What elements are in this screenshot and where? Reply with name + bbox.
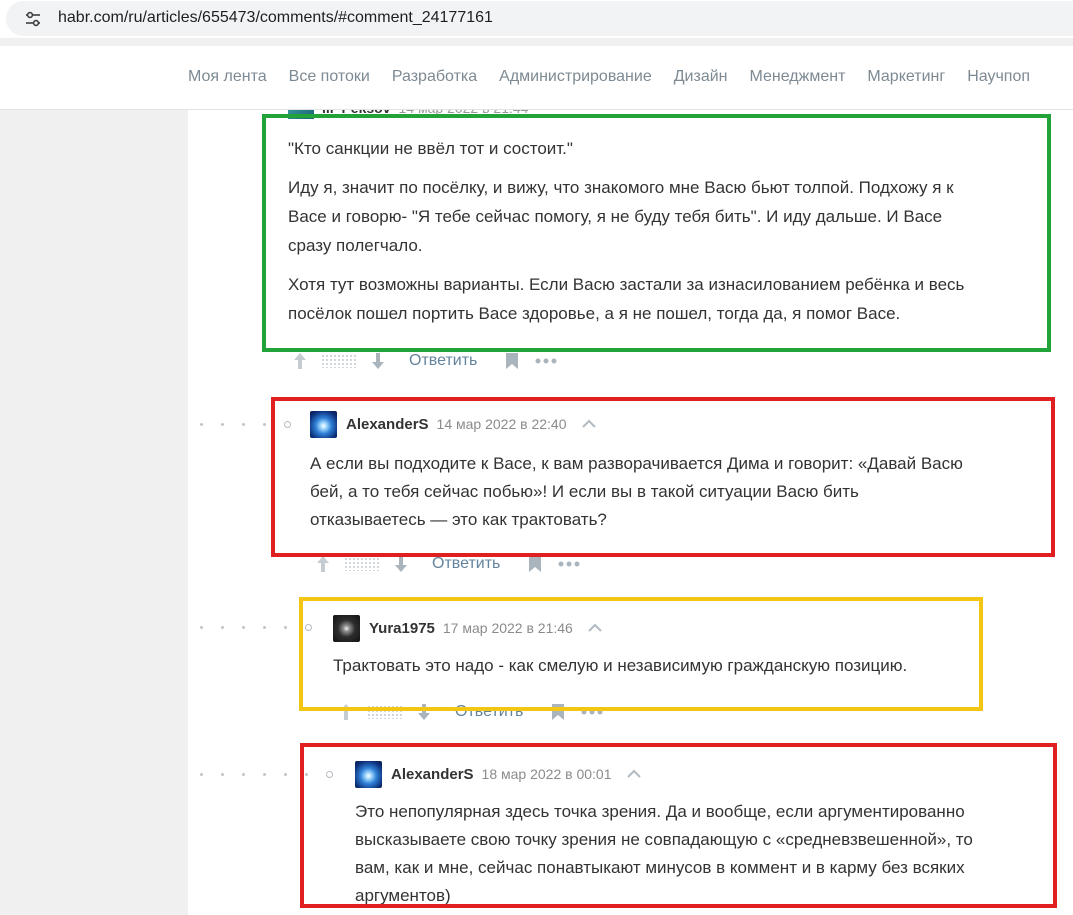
comment-author[interactable]: AlexanderS [391, 766, 474, 783]
comment-date[interactable]: 14 мар 2022 в 22:40 [437, 416, 567, 432]
nav-item-marketing[interactable]: Маркетинг [867, 68, 945, 86]
tune-icon[interactable] [24, 10, 42, 28]
more-dots-icon[interactable] [535, 358, 557, 364]
arrow-up-icon[interactable] [293, 352, 307, 370]
comment-body: А если вы подходите к Васе, к вам развор… [310, 450, 963, 544]
comment-author[interactable]: Yura1975 [369, 620, 435, 637]
bookmark-icon[interactable] [505, 353, 519, 369]
rating-score [344, 557, 380, 571]
chevron-up-icon[interactable] [626, 769, 642, 779]
nav-item-my-feed[interactable]: Моя лента [188, 68, 267, 86]
comment-paragraph: Иду я, значит по посёлку, и вижу, что зн… [288, 178, 954, 255]
reply-button[interactable]: Ответить [455, 703, 523, 721]
comment-date[interactable]: 18 мар 2022 в 00:01 [482, 766, 612, 782]
url-text[interactable]: habr.com/ru/articles/655473/comments/#co… [58, 9, 493, 27]
nav-list: Моя лента Все потоки Разработка Админист… [188, 68, 1052, 86]
arrow-down-icon[interactable] [417, 703, 431, 721]
comment-paragraph: А если вы подходите к Васе, к вам развор… [310, 454, 963, 529]
thread-indent [200, 421, 291, 428]
comment-author[interactable]: AlexanderS [346, 416, 429, 433]
nav-item-all-flows[interactable]: Все потоки [289, 68, 370, 86]
comment-body: Это непопулярная здесь точка зрения. Да … [355, 798, 973, 915]
top-navigation: Моя лента Все потоки Разработка Админист… [0, 46, 1073, 110]
bookmark-icon[interactable] [551, 704, 565, 720]
address-field[interactable]: habr.com/ru/articles/655473/comments/#co… [6, 1, 1073, 36]
arrow-down-icon[interactable] [394, 555, 408, 573]
arrow-up-icon[interactable] [339, 703, 353, 721]
reply-button[interactable]: Ответить [409, 352, 477, 370]
comment-header: AlexanderS 18 мар 2022 в 00:01 [355, 760, 642, 788]
comment-header: Yura1975 17 мар 2022 в 21:46 [333, 614, 603, 642]
comment-actions: Ответить [339, 700, 603, 724]
comment-header: AlexanderS 14 мар 2022 в 22:40 [310, 410, 597, 438]
comment-date[interactable]: 17 мар 2022 в 21:46 [443, 620, 573, 636]
more-dots-icon[interactable] [558, 561, 580, 567]
comment-paragraph: Хотя тут возможны варианты. Если Васю за… [288, 275, 965, 323]
nav-item-design[interactable]: Дизайн [674, 68, 728, 86]
thread-indent [200, 624, 312, 631]
comment-body: "Кто санкции не ввёл тот и состоит." Иду… [288, 134, 964, 338]
arrow-down-icon[interactable] [371, 352, 385, 370]
chevron-up-icon[interactable] [587, 623, 603, 633]
comment-body: Трактовать это надо - как смелую и незав… [333, 652, 907, 690]
thread-indent [200, 771, 333, 778]
arrow-up-icon[interactable] [316, 555, 330, 573]
more-dots-icon[interactable] [581, 709, 603, 715]
avatar[interactable] [333, 614, 360, 642]
avatar[interactable] [355, 760, 382, 788]
comment-paragraph: Это непопулярная здесь точка зрения. Да … [355, 802, 973, 905]
nav-item-admin[interactable]: Администрирование [499, 68, 652, 86]
comment-actions: Ответить [316, 552, 580, 576]
bookmark-icon[interactable] [528, 556, 542, 572]
chevron-up-icon[interactable] [581, 419, 597, 429]
nav-item-development[interactable]: Разработка [392, 68, 477, 86]
comment-paragraph: "Кто санкции не ввёл тот и состоит." [288, 139, 573, 158]
avatar[interactable] [310, 410, 337, 438]
nav-item-popsci[interactable]: Научпоп [967, 68, 1030, 86]
browser-url-bar: habr.com/ru/articles/655473/comments/#co… [0, 0, 1073, 38]
comment-paragraph: Трактовать это надо - как смелую и незав… [333, 656, 908, 675]
rating-score [367, 705, 403, 719]
reply-button[interactable]: Ответить [432, 555, 500, 573]
rating-score [321, 354, 357, 368]
comment-actions: Ответить [293, 349, 557, 373]
nav-item-management[interactable]: Менеджмент [750, 68, 846, 86]
